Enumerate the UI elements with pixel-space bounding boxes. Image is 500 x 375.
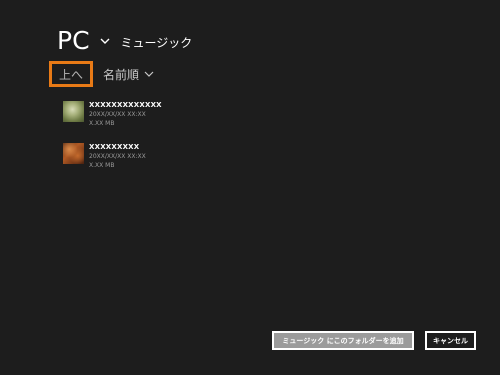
- list-item[interactable]: XXXXXXXXXXXXX 20XX/XX/XX XX:XX X.XX MB: [63, 101, 162, 143]
- file-size: X.XX MB: [89, 120, 115, 127]
- add-folder-button[interactable]: ミュージック にこのフォルダーを追加: [272, 331, 414, 350]
- sort-label: 名前順: [103, 67, 140, 82]
- file-date: 20XX/XX/XX XX:XX: [89, 111, 146, 118]
- sort-button[interactable]: 名前順: [103, 66, 154, 83]
- list-item[interactable]: XXXXXXXXX 20XX/XX/XX XX:XX X.XX MB: [63, 143, 162, 185]
- file-thumbnail: [63, 101, 84, 122]
- header: PC ミュージック: [57, 28, 192, 53]
- file-size: X.XX MB: [89, 162, 115, 169]
- file-thumbnail: [63, 143, 84, 164]
- up-button-label: 上へ: [58, 67, 83, 82]
- toolbar: 上へ 名前順: [49, 61, 154, 87]
- file-name: XXXXXXXXXXXXX: [89, 101, 162, 109]
- footer: ミュージック にこのフォルダーを追加 キャンセル: [272, 331, 476, 350]
- location-title[interactable]: PC: [57, 28, 90, 53]
- cancel-button[interactable]: キャンセル: [425, 331, 476, 350]
- file-date: 20XX/XX/XX XX:XX: [89, 153, 146, 160]
- chevron-down-icon[interactable]: [99, 36, 111, 46]
- file-list: XXXXXXXXXXXXX 20XX/XX/XX XX:XX X.XX MB X…: [63, 101, 162, 185]
- library-name: ミュージック: [120, 36, 193, 50]
- file-meta: XXXXXXXXX 20XX/XX/XX XX:XX X.XX MB: [89, 143, 146, 170]
- chevron-down-icon: [144, 71, 154, 77]
- file-name: XXXXXXXXX: [89, 143, 140, 151]
- file-meta: XXXXXXXXXXXXX 20XX/XX/XX XX:XX X.XX MB: [89, 101, 162, 128]
- up-button[interactable]: 上へ: [49, 61, 93, 87]
